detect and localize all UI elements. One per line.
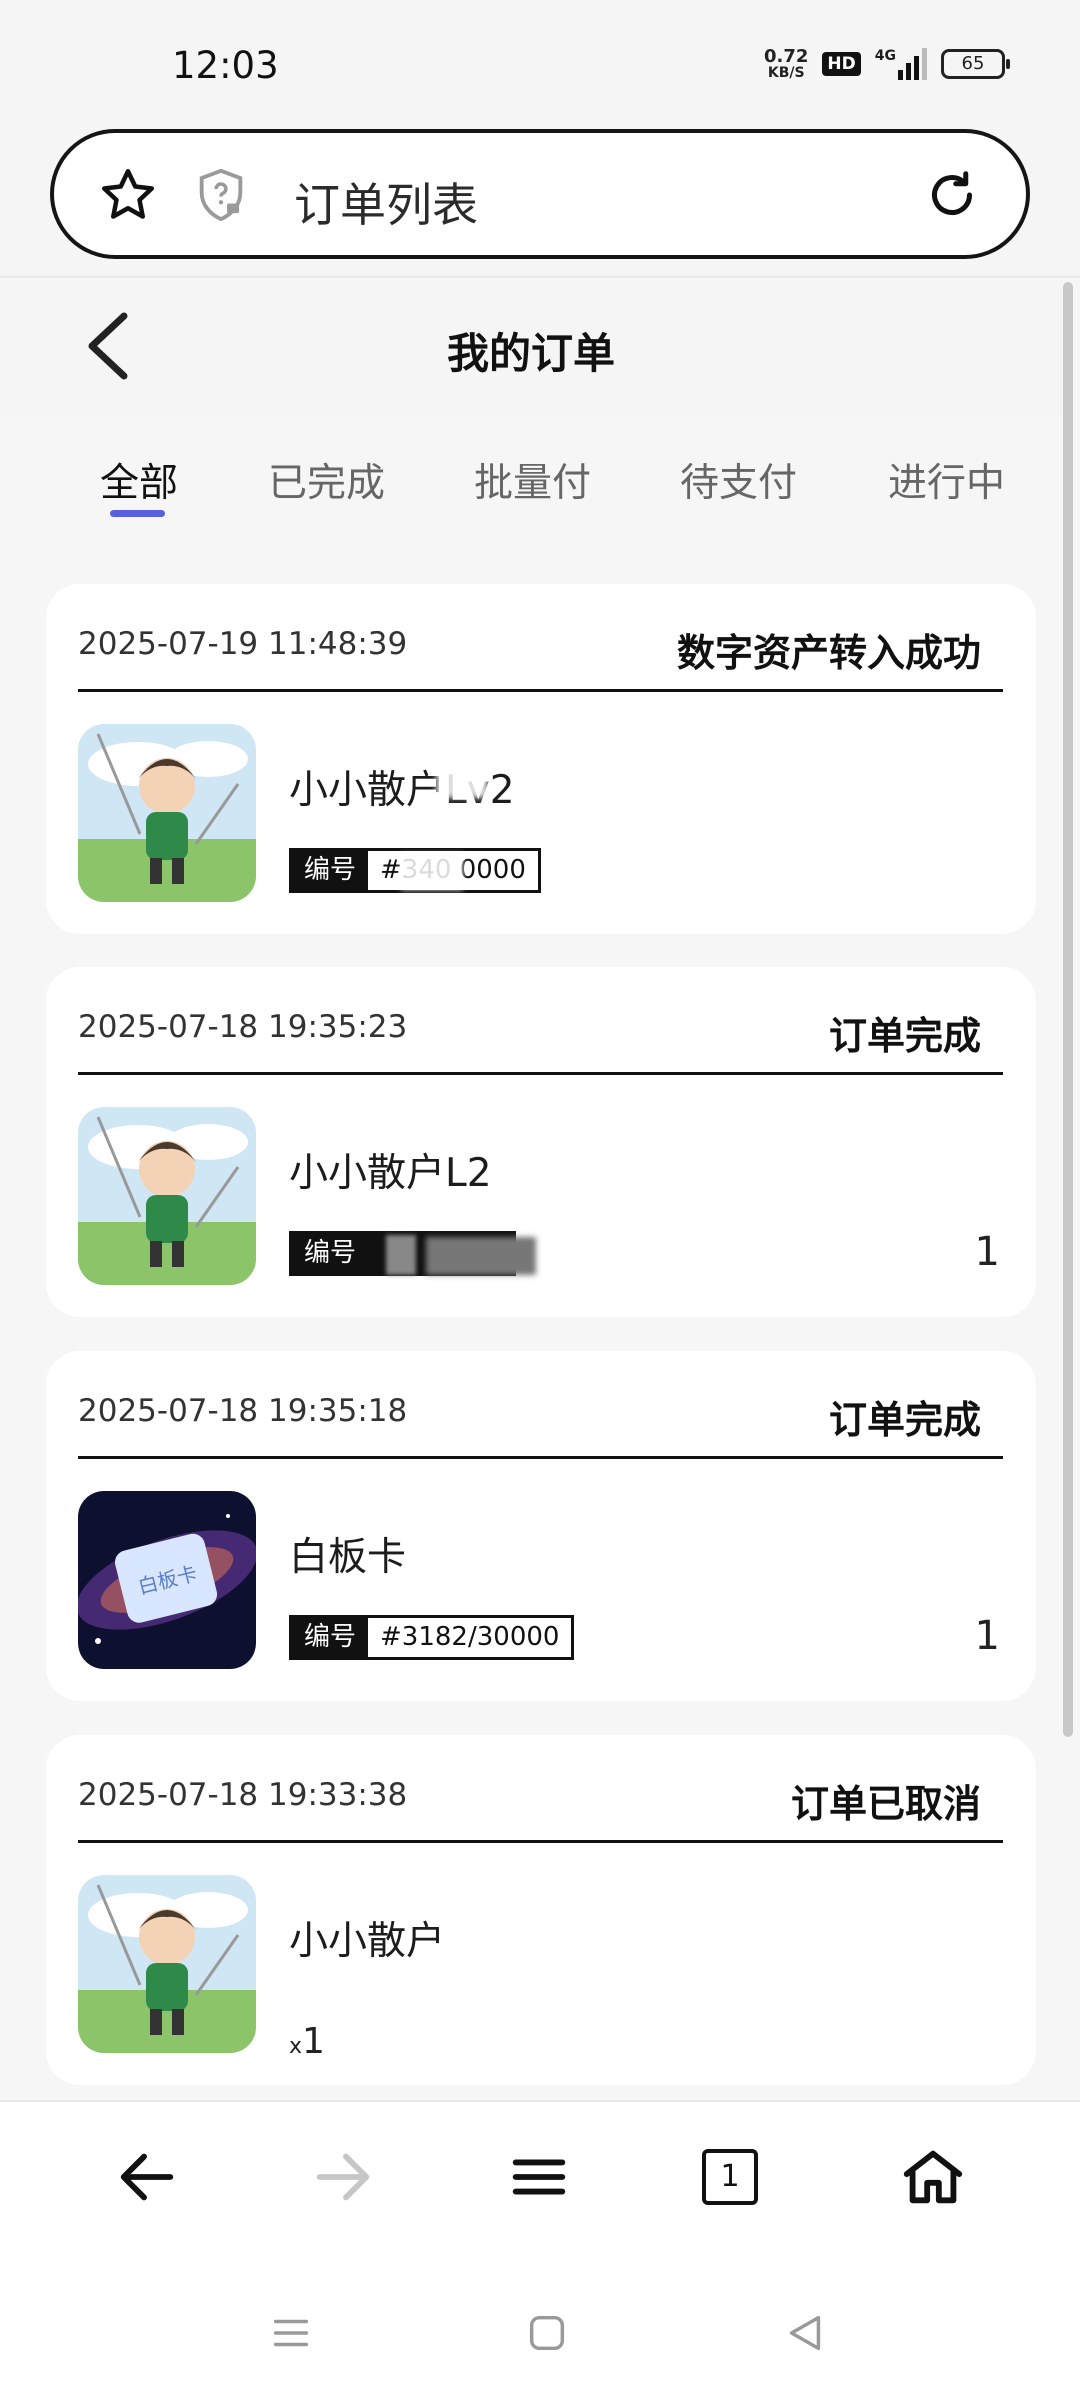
order-card[interactable]: 2025-07-18 19:35:18 订单完成 白板卡 白板卡 编号 #318…: [46, 1351, 1036, 1701]
product-thumbnail: [78, 724, 256, 902]
order-time: 2025-07-18 19:35:18: [78, 1393, 408, 1429]
product-thumbnail: [78, 1107, 256, 1285]
back-arrow-icon[interactable]: [112, 2142, 182, 2212]
scrollbar[interactable]: [1063, 282, 1073, 1737]
redaction-blur: [401, 854, 463, 890]
menu-icon[interactable]: [504, 2142, 574, 2212]
tab-all[interactable]: 全部: [100, 452, 178, 508]
signal-icon: 4G: [875, 48, 927, 80]
net-speed: 0.72 KB/S: [764, 46, 809, 81]
divider: [78, 1840, 1003, 1843]
home-icon[interactable]: [898, 2142, 968, 2212]
product-thumbnail: 白板卡: [78, 1491, 256, 1669]
page-title: 我的订单: [446, 329, 615, 378]
forward-arrow-icon[interactable]: [308, 2142, 378, 2212]
hd-badge: HD: [822, 52, 861, 76]
status-icons: 0.72 KB/S HD 4G 65: [764, 46, 1010, 81]
serial-label: 编号: [292, 851, 369, 890]
order-time: 2025-07-19 11:48:39: [78, 626, 408, 662]
battery-icon: 65: [941, 49, 1010, 79]
order-time: 2025-07-18 19:35:23: [78, 1009, 408, 1045]
product-thumbnail: [78, 1875, 256, 2053]
serial-label: 编号: [292, 1234, 369, 1273]
divider: [78, 1456, 1003, 1459]
back-triangle-icon[interactable]: [782, 2310, 828, 2356]
system-navigation-bar: [0, 2260, 1080, 2400]
divider: [78, 1072, 1003, 1075]
order-tabs: 全部 已完成 批量付 待支付 进行中: [0, 440, 1062, 520]
tab-completed[interactable]: 已完成: [268, 452, 385, 508]
page-url-title[interactable]: 订单列表: [294, 169, 478, 235]
serial-label: 编号: [292, 1618, 369, 1657]
browser-bottom-bar: 1: [0, 2100, 1080, 2260]
star-icon[interactable]: [98, 165, 158, 225]
order-status: 数字资产转入成功: [676, 631, 981, 675]
recents-icon[interactable]: [268, 2310, 314, 2356]
redaction-blur: [386, 1235, 416, 1275]
redaction-blur: [436, 760, 488, 798]
order-status: 订单完成: [828, 1398, 981, 1442]
product-name: 小小散户: [289, 1919, 446, 1964]
status-time: 12:03: [172, 44, 279, 87]
active-tab-indicator: [110, 510, 165, 517]
shield-question-icon[interactable]: [192, 165, 250, 225]
order-card[interactable]: 2025-07-18 19:33:38 订单已取消 小小散户 x1: [46, 1735, 1036, 2085]
serial-value: #3182/30000: [368, 1618, 572, 1657]
divider: [78, 689, 1003, 692]
serial-number-tag: 编号 #3182/30000: [289, 1615, 575, 1660]
order-time: 2025-07-18 19:33:38: [78, 1777, 408, 1813]
refresh-icon[interactable]: [922, 165, 982, 225]
order-card[interactable]: 2025-07-18 19:35:23 订单完成 小小散户L2 编号 1: [46, 967, 1036, 1317]
order-quantity: x1: [289, 2021, 325, 2062]
redaction-blur: [426, 1237, 536, 1275]
tab-in-progress[interactable]: 进行中: [888, 452, 1005, 508]
order-status: 订单完成: [828, 1014, 981, 1058]
order-status: 订单已取消: [790, 1782, 981, 1826]
tab-pending-payment[interactable]: 待支付: [680, 452, 797, 508]
browser-toolbar: 订单列表: [0, 125, 1080, 278]
order-quantity: 1: [974, 1229, 1000, 1275]
product-name: 小小散户L2: [289, 1151, 492, 1196]
status-bar: 12:03 0.72 KB/S HD 4G 65: [0, 0, 1080, 125]
order-quantity: 1: [974, 1613, 1000, 1659]
page-header: 我的订单: [0, 280, 1062, 415]
tabs-icon[interactable]: 1: [702, 2149, 758, 2205]
product-name: 白板卡: [289, 1535, 407, 1580]
home-square-icon[interactable]: [524, 2310, 570, 2356]
tab-batch-pay[interactable]: 批量付: [474, 452, 591, 508]
order-card[interactable]: 2025-07-19 11:48:39 数字资产转入成功 小小散户Lv2 编号 …: [46, 584, 1036, 934]
address-bar[interactable]: 订单列表: [50, 129, 1030, 259]
